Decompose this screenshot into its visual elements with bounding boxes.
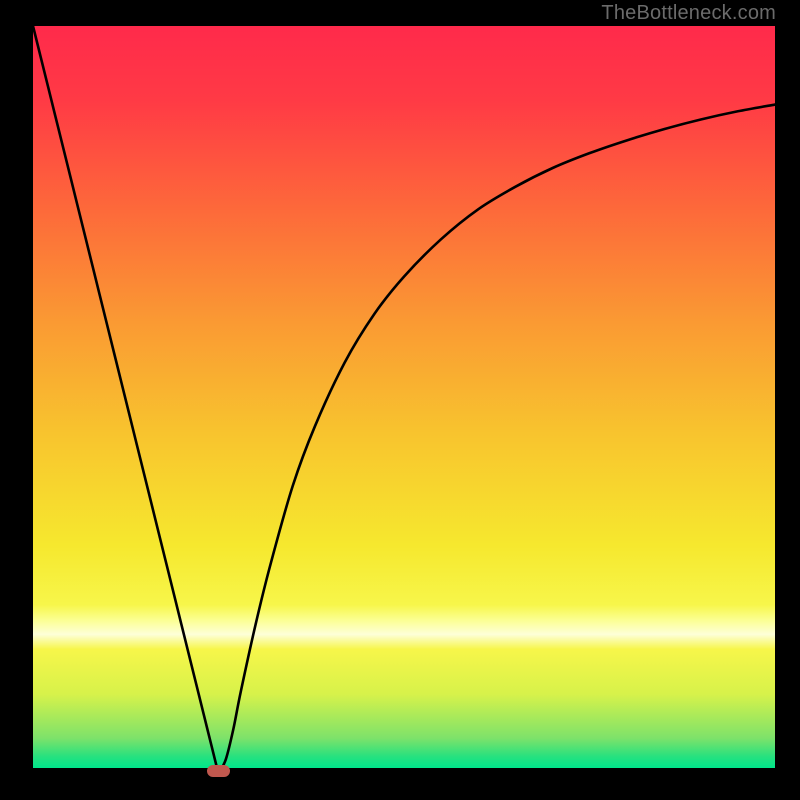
watermark-text: TheBottleneck.com <box>601 2 776 25</box>
bottleneck-curve <box>33 26 775 774</box>
minimum-marker <box>207 765 229 776</box>
chart-frame: TheBottleneck.com <box>0 0 800 800</box>
plot-area <box>33 26 775 774</box>
